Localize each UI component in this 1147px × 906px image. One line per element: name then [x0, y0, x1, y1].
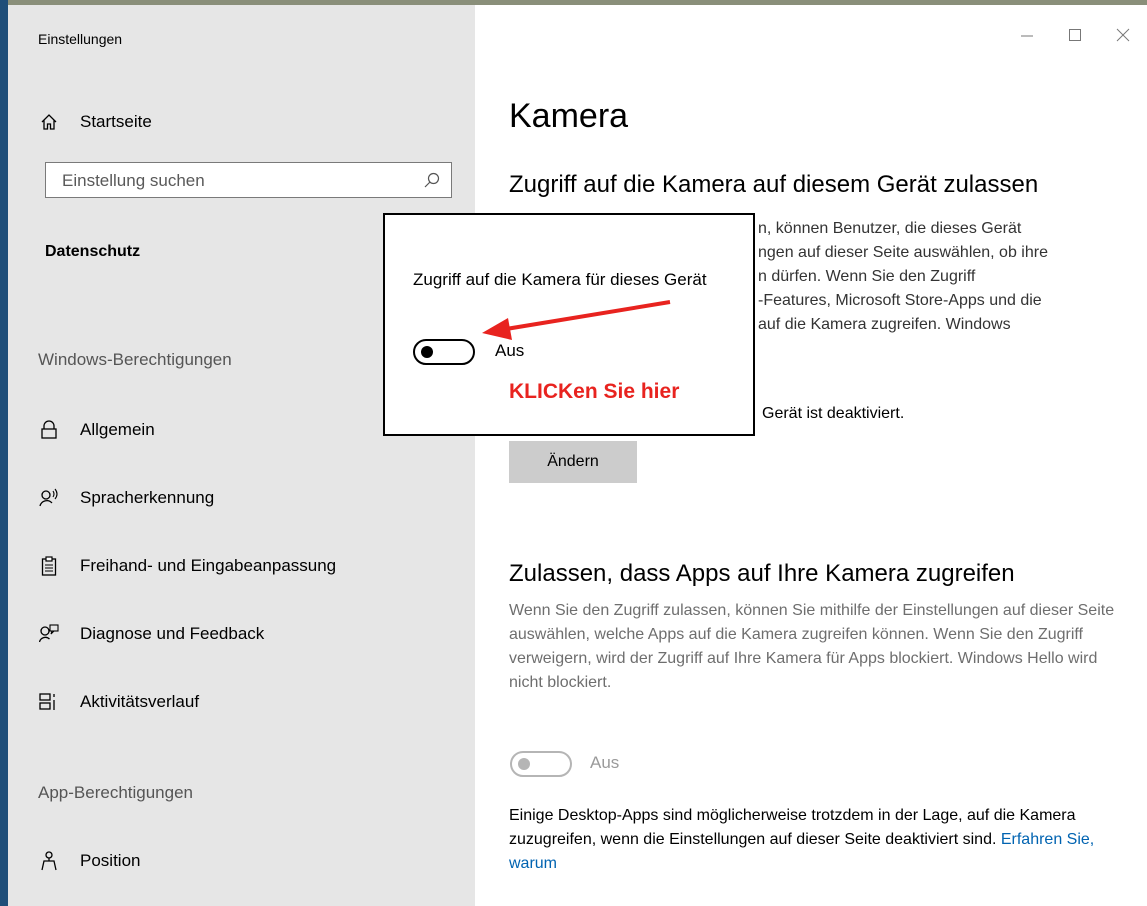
apps-camera-toggle[interactable] — [510, 751, 572, 777]
section1-line: auf die Kamera zugreifen. Windows — [758, 316, 1011, 333]
location-person-icon — [38, 850, 60, 872]
search-icon — [423, 171, 441, 189]
windows-permissions-heading: Windows-Berechtigungen — [38, 350, 232, 369]
window-left-border — [0, 0, 8, 906]
window-controls — [1003, 20, 1147, 50]
lock-icon — [38, 419, 60, 441]
sidebar: Einstellungen Startseite Einstellung suc… — [8, 5, 475, 906]
timeline-icon — [38, 691, 60, 713]
section2-description: Wenn Sie den Zugriff zulassen, können Si… — [509, 602, 1115, 691]
clipboard-icon — [38, 555, 60, 577]
sidebar-item-label: Aktivitätsverlauf — [80, 692, 200, 711]
search-placeholder: Einstellung suchen — [62, 171, 205, 190]
sidebar-item-position[interactable]: Position — [38, 850, 140, 872]
section1-line: ngen auf dieser Seite auswählen, ob ihre — [758, 244, 1048, 261]
home-icon — [38, 111, 60, 133]
sidebar-item-spracherkennung[interactable]: Spracherkennung — [38, 487, 214, 509]
category-heading: Datenschutz — [45, 243, 141, 260]
sidebar-item-allgemein[interactable]: Allgemein — [38, 419, 155, 441]
sidebar-item-label: Diagnose und Feedback — [80, 624, 265, 643]
maximize-button[interactable] — [1051, 20, 1099, 50]
section2-note-text: Einige Desktop-Apps sind möglicherweise … — [509, 807, 1076, 848]
popup-label: Zugriff auf die Kamera für dieses Gerät — [413, 270, 707, 289]
section1-status: Gerät ist deaktiviert. — [762, 405, 905, 422]
device-camera-toggle[interactable] — [413, 339, 475, 365]
sidebar-item-home[interactable]: Startseite — [38, 111, 152, 133]
sidebar-item-diagnose[interactable]: Diagnose und Feedback — [38, 623, 264, 645]
sidebar-item-aktivitaetsverlauf[interactable]: Aktivitätsverlauf — [38, 691, 199, 713]
section1-description: n, können Benutzer, die dieses Gerät nge… — [758, 217, 1138, 337]
toggle-knob — [518, 758, 530, 770]
section1-line: n dürfen. Wenn Sie den Zugriff — [758, 268, 976, 285]
click-here-annotation: KLICKen Sie hier — [509, 380, 680, 403]
red-arrow-icon — [482, 300, 671, 340]
sidebar-item-home-label: Startseite — [80, 112, 152, 131]
sidebar-item-label: Spracherkennung — [80, 488, 215, 507]
sidebar-item-label: Allgemein — [80, 420, 155, 439]
section2-note: Einige Desktop-Apps sind möglicherweise … — [509, 804, 1129, 876]
change-button[interactable]: Ändern — [509, 441, 637, 483]
section2-heading: Zulassen, dass Apps auf Ihre Kamera zugr… — [509, 560, 1015, 587]
sidebar-item-label: Freihand- und Eingabeanpassung — [80, 556, 337, 575]
minimize-button[interactable] — [1003, 20, 1051, 50]
speech-icon — [38, 487, 60, 509]
app-title: Einstellungen — [38, 31, 123, 47]
sidebar-item-freihand[interactable]: Freihand- und Eingabeanpassung — [38, 555, 336, 577]
apps-camera-toggle-label: Aus — [590, 753, 620, 772]
section1-line: n, können Benutzer, die dieses Gerät — [758, 220, 1022, 237]
search-input[interactable]: Einstellung suchen — [45, 162, 452, 198]
section1-heading: Zugriff auf die Kamera auf diesem Gerät … — [509, 171, 1039, 198]
close-button[interactable] — [1099, 20, 1147, 50]
section1-line: -Features, Microsoft Store-Apps und die — [758, 292, 1042, 309]
app-permissions-heading: App-Berechtigungen — [38, 783, 194, 802]
page-title: Kamera — [509, 97, 629, 135]
close-icon — [1116, 28, 1130, 42]
toggle-knob — [421, 346, 433, 358]
maximize-icon — [1069, 29, 1081, 41]
feedback-icon — [38, 623, 60, 645]
sidebar-item-label: Position — [80, 851, 141, 870]
minimize-icon — [1021, 35, 1033, 37]
